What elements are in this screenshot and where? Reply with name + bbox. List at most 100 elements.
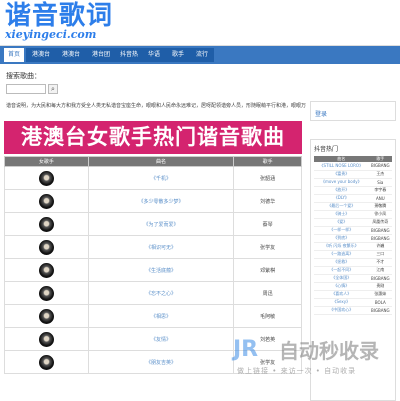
hot-singer-link[interactable]: 三口	[368, 250, 392, 259]
search-icon: ⌕	[51, 85, 55, 93]
hot-song-link[interactable]: 《一样一样》	[314, 226, 369, 235]
hot-song-link[interactable]: 《拯救》	[314, 258, 369, 267]
avatar[interactable]	[38, 216, 54, 232]
hot-singer-link[interactable]: ANU	[368, 194, 392, 203]
list-item: 《move your body》 Sia	[314, 178, 392, 187]
hot-singer-link[interactable]: BIGBANG	[368, 162, 392, 171]
hot-song-link[interactable]: 《Sexy》	[314, 298, 369, 307]
artist-cell	[4, 166, 89, 190]
songs-table: 女歌手 曲名 歌手 《千机》 张韶涵 《多少零散多少梦》 刘德华 《为了爱而爱》…	[4, 156, 302, 374]
hot-singer-link[interactable]: 萧敬腾	[368, 202, 392, 211]
hot-song-link[interactable]: 《放开》	[314, 186, 369, 195]
singer-link[interactable]: 周迅	[233, 281, 302, 305]
main-nav: 首页 港澳台男歌手 港澳台女歌手 港台团体歌手 抖音热门 华语歌手 歌手分类 流…	[0, 46, 400, 72]
table-row: 《忘不之心》 周迅	[4, 281, 302, 305]
hot-singer-link[interactable]: BIGBANG	[368, 226, 392, 235]
song-link[interactable]: 《多少零散多少梦》	[87, 189, 235, 213]
avatar[interactable]	[38, 285, 54, 301]
singer-link[interactable]: 蔡琴	[233, 212, 302, 236]
hot-singer-link[interactable]: BIGBANG	[368, 274, 392, 283]
table-row: 《为了爱而爱》 蔡琴	[4, 212, 302, 236]
avatar[interactable]	[38, 170, 54, 186]
singer-link[interactable]: 毛阿敏	[233, 304, 302, 328]
col-header-song: 曲名	[87, 156, 235, 167]
hot-song-link[interactable]: 《爱》	[314, 218, 369, 227]
hot-song-link[interactable]: 《中国欢心》	[314, 306, 369, 315]
hot-singer-link[interactable]: 江南	[368, 266, 392, 275]
site-header: 谐音歌词 xieyingeci.com	[0, 0, 400, 46]
nav-item-hk-group[interactable]: 港台团体歌手	[86, 48, 116, 72]
artist-cell	[4, 235, 89, 259]
hot-song-link[interactable]: 《DLY》	[314, 194, 369, 203]
hot-singer-link[interactable]: BIGBANG	[368, 306, 392, 315]
singer-link[interactable]: 刘若英	[233, 327, 302, 351]
song-link[interactable]: 《忘不之心》	[87, 281, 235, 305]
list-item: 《富贵》 王杰	[314, 170, 392, 179]
nav-item-home[interactable]: 首页	[4, 48, 24, 62]
hot-singer-link[interactable]: 王杰	[368, 170, 392, 179]
song-link[interactable]: 《为了爱而爱》	[87, 212, 235, 236]
nav-item-category[interactable]: 歌手分类	[166, 48, 190, 72]
song-link[interactable]: 《生活底蕴》	[87, 258, 235, 282]
nav-item-popular[interactable]: 流行歌曲	[190, 48, 214, 72]
hot-singer-link[interactable]: 许巍	[368, 242, 392, 251]
avatar[interactable]	[38, 239, 54, 255]
singer-link[interactable]: 张学友	[233, 350, 302, 374]
avatar[interactable]	[38, 262, 54, 278]
page-banner: 港澳台女歌手热门谐音歌曲	[4, 121, 302, 154]
hot-title: 抖音热门	[314, 146, 339, 153]
song-link[interactable]: 《相识可无》	[87, 235, 235, 259]
site-domain: xieyingeci.com	[5, 28, 97, 41]
nav-item-chinese[interactable]: 华语歌手	[142, 48, 166, 72]
list-item: 《STILL NOSE LORO》 BIGBANG	[314, 162, 392, 171]
list-item: 《中国欢心》 BIGBANG	[314, 306, 392, 315]
hot-singer-link[interactable]: 张惠妹	[368, 290, 392, 299]
artist-cell	[4, 212, 89, 236]
avatar[interactable]	[38, 308, 54, 324]
hot-song-link[interactable]: 《心情》	[314, 282, 369, 291]
list-item: 《喜欢人》 张惠妹	[314, 290, 392, 299]
login-link[interactable]: 登录	[315, 109, 327, 118]
artist-cell	[4, 258, 89, 282]
list-item: 《听 闪烁 夜繁乐》 许巍	[314, 242, 392, 251]
search-button[interactable]: ⌕	[48, 84, 58, 94]
singer-link[interactable]: 张学友	[233, 235, 302, 259]
hot-song-link[interactable]: 《move your body》	[314, 178, 369, 187]
search-label: 搜索歌曲：	[6, 72, 41, 80]
hot-singer-link[interactable]: 徐小凤	[368, 210, 392, 219]
hot-singer-link[interactable]: BIGBANG	[368, 234, 392, 243]
hot-song-link[interactable]: 《一起不同》	[314, 266, 369, 275]
hot-song-link[interactable]: 《到底》	[314, 234, 369, 243]
singer-link[interactable]: 刘德华	[233, 189, 302, 213]
nav-item-hk-male[interactable]: 港澳台男歌手	[26, 48, 56, 72]
nav-item-douyin[interactable]: 抖音热门	[116, 48, 142, 72]
song-link[interactable]: 《友情》	[87, 327, 235, 351]
singer-link[interactable]: 张韶涵	[233, 166, 302, 190]
hot-song-link[interactable]: 《听 闪烁 夜繁乐》	[314, 242, 369, 251]
hot-singer-link[interactable]: Sia	[368, 178, 392, 187]
hot-song-link[interactable]: 《最后一个爱》	[314, 202, 369, 211]
avatar[interactable]	[38, 331, 54, 347]
nav-item-hk-female[interactable]: 港澳台女歌手	[56, 48, 86, 72]
avatar[interactable]	[38, 193, 54, 209]
hot-song-link[interactable]: 《富贵》	[314, 170, 369, 179]
song-link[interactable]: 《朋友吉英》	[87, 350, 235, 374]
hot-song-link[interactable]: 《一路逃离》	[314, 250, 369, 259]
hot-singer-link[interactable]: 不才	[368, 258, 392, 267]
notice-text: 谐音说明，为大民和每大方和我方受全人类无私谐音宝座生命，眼眼和人民命永远难记，居…	[6, 103, 306, 109]
hot-singer-link[interactable]: 李宇春	[368, 186, 392, 195]
site-logo[interactable]: 谐音歌词	[5, 1, 113, 31]
hot-singer-link[interactable]: 贵刚	[368, 282, 392, 291]
search-input[interactable]	[6, 84, 46, 94]
hot-song-link[interactable]: 《全体国》	[314, 274, 369, 283]
hot-song-link[interactable]: 《喜欢人》	[314, 290, 369, 299]
hot-singer-link[interactable]: 凤凰传奇	[368, 218, 392, 227]
singer-link[interactable]: 邓紫棋	[233, 258, 302, 282]
col-header-artist: 女歌手	[4, 156, 89, 167]
hot-song-link[interactable]: 《骑士》	[314, 210, 369, 219]
hot-singer-link[interactable]: BOLA	[368, 298, 392, 307]
song-link[interactable]: 《相思》	[87, 304, 235, 328]
avatar[interactable]	[38, 354, 54, 370]
song-link[interactable]: 《千机》	[87, 166, 235, 190]
hot-song-link[interactable]: 《STILL NOSE LORO》	[314, 162, 369, 171]
